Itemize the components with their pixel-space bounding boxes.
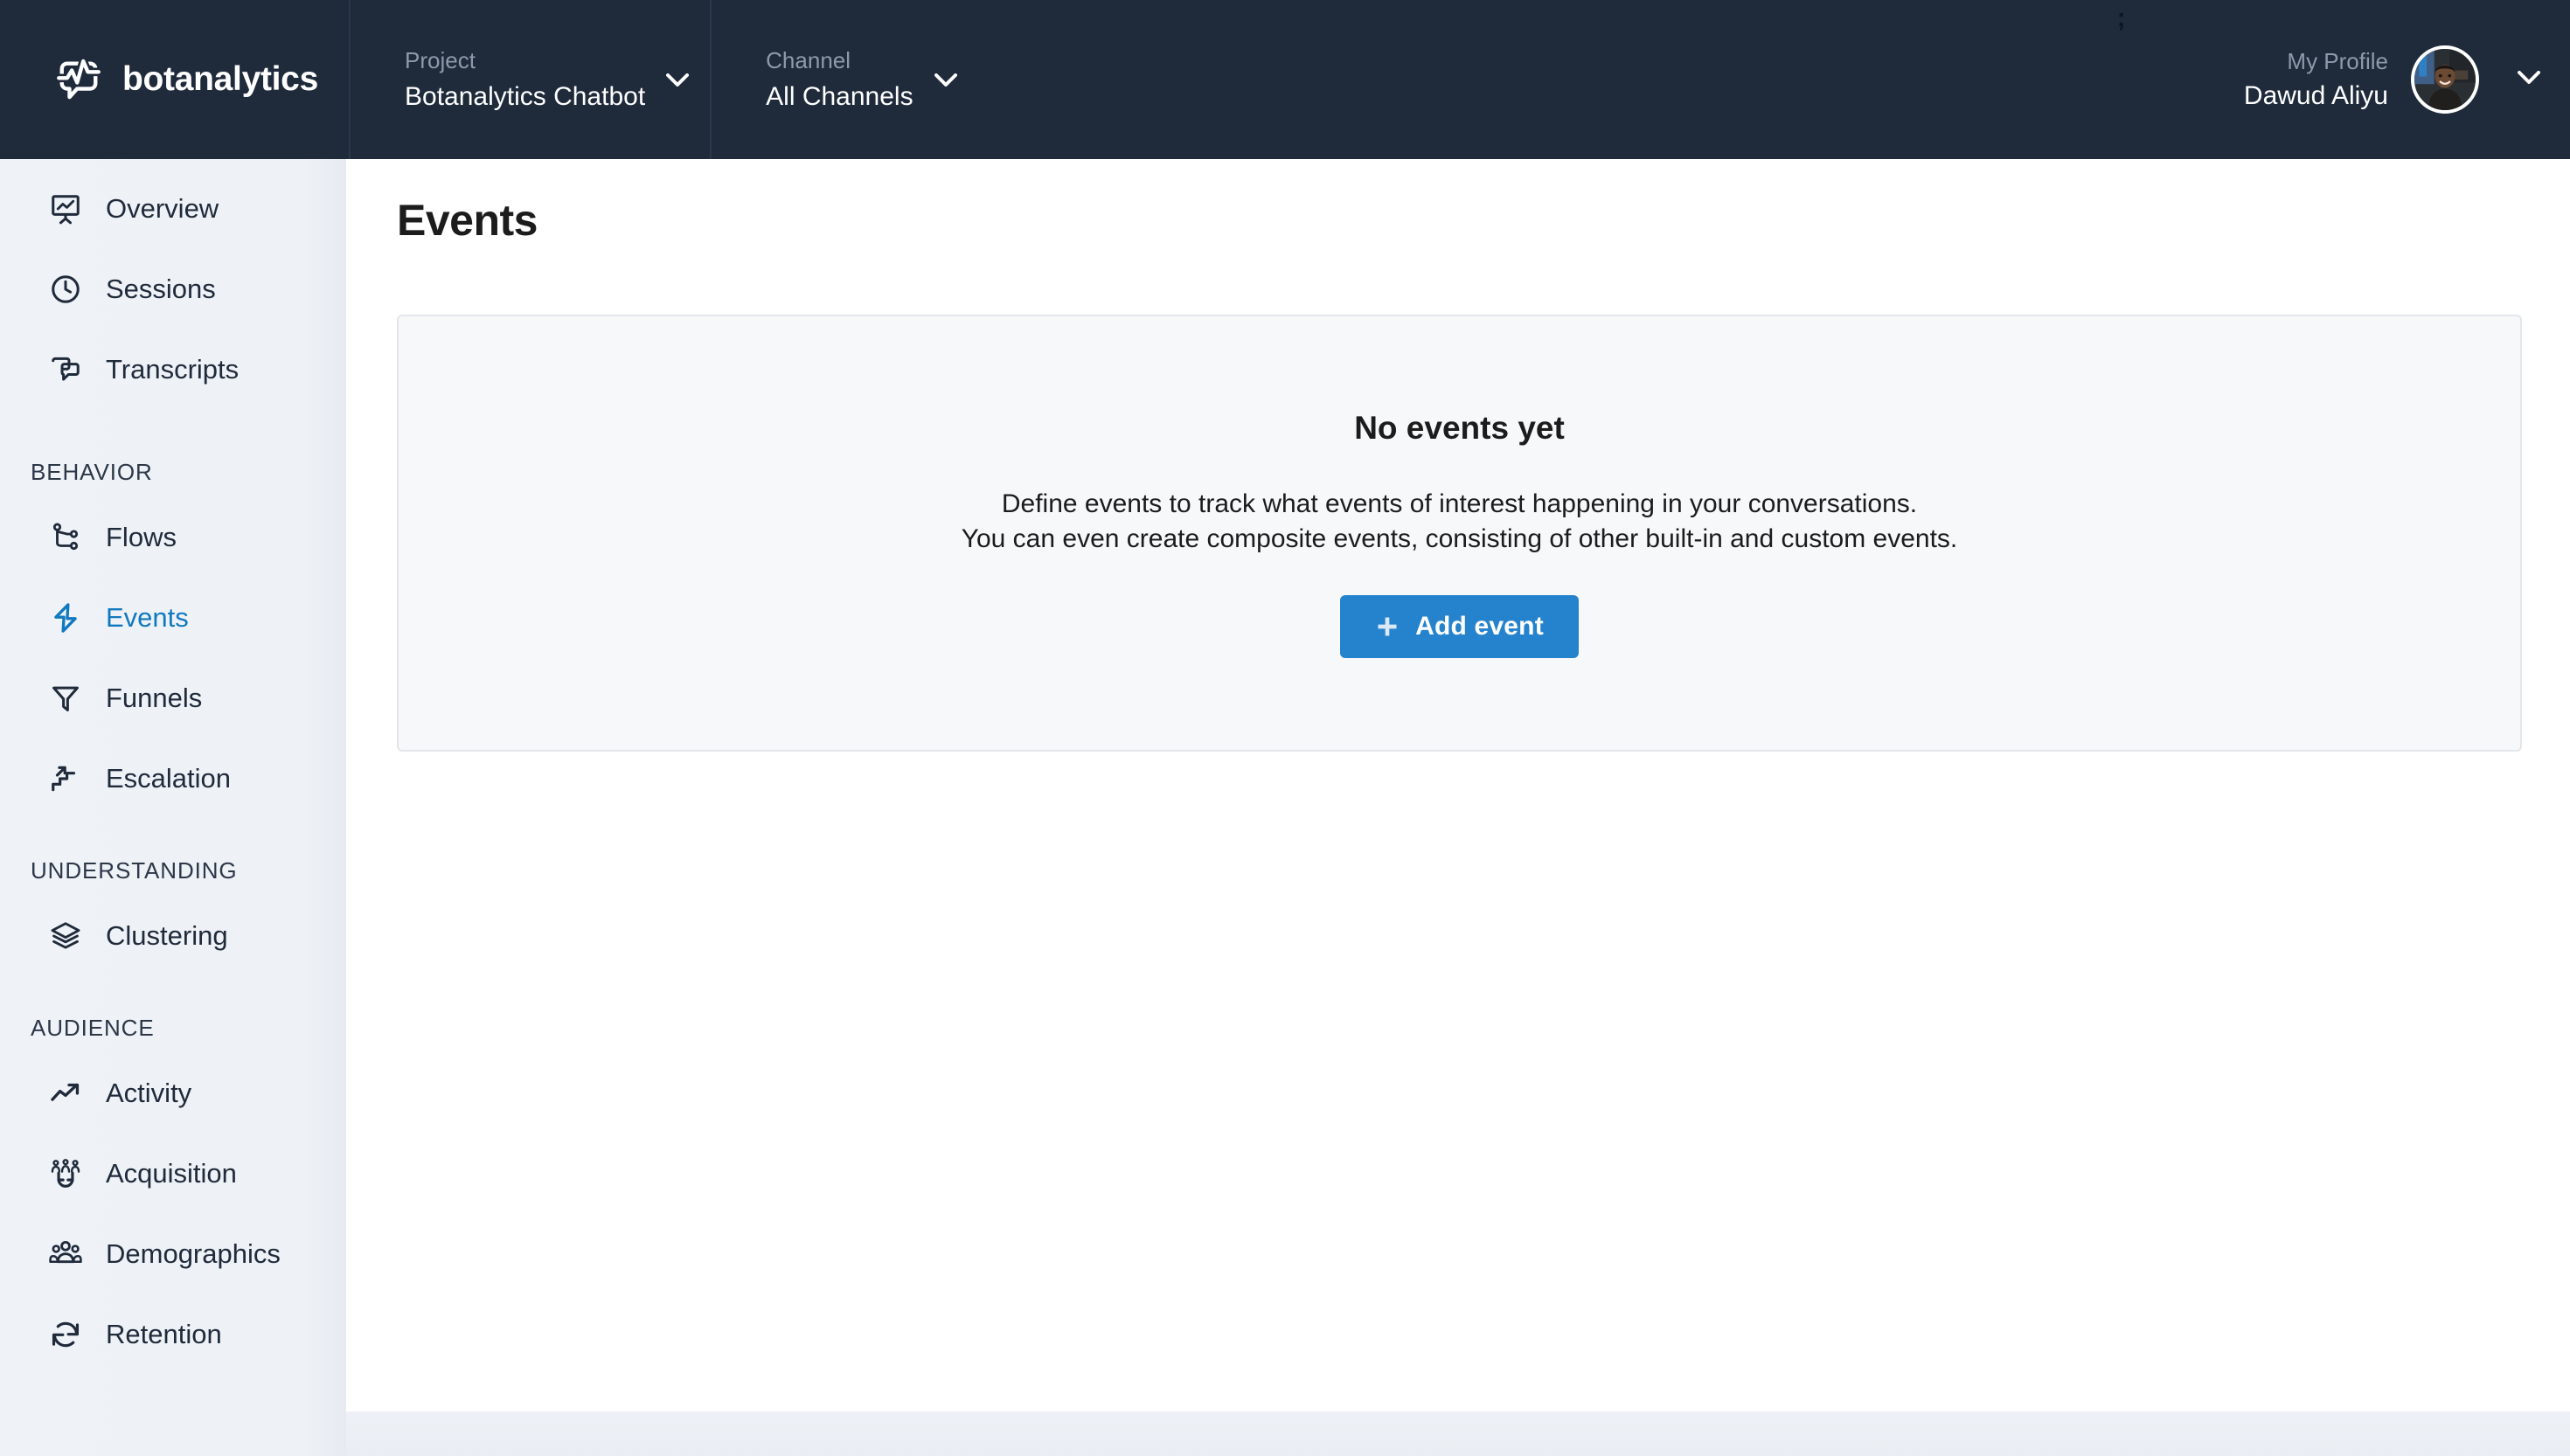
trending-up-icon (48, 1076, 83, 1111)
sidebar-section-audience: AUDIENCE (31, 1015, 155, 1041)
empty-state-description-line-2: You can even create composite events, co… (961, 524, 1958, 553)
sidebar-item-events[interactable]: Events (0, 587, 346, 648)
profile-name: Dawud Aliyu (2243, 81, 2388, 110)
chevron-down-icon (934, 73, 957, 92)
sidebar-item-label: Funnels (106, 683, 203, 713)
sidebar-item-label: Transcripts (106, 354, 240, 385)
page-title: Events (397, 196, 538, 245)
brand-name: botanalytics (122, 60, 318, 98)
add-event-button[interactable]: Add event (1340, 595, 1579, 658)
plus-icon (1375, 614, 1400, 639)
app-root: botanalytics Project Botanalytics Chatbo… (0, 0, 2570, 1456)
sidebar-item-label: Acquisition (106, 1158, 237, 1189)
sidebar-item-label: Retention (106, 1319, 222, 1349)
funnel-icon (48, 681, 83, 716)
sidebar-item-demographics[interactable]: Demographics (0, 1224, 346, 1285)
sidebar-item-transcripts[interactable]: Transcripts (0, 339, 346, 400)
sidebar-item-label: Escalation (106, 763, 232, 794)
main-content: Events No events yet Define events to tr… (346, 159, 2570, 1411)
empty-state-title: No events yet (1354, 410, 1565, 446)
sidebar-item-sessions[interactable]: Sessions (0, 259, 346, 320)
sidebar-section-behavior: BEHAVIOR (31, 459, 153, 485)
empty-state-description: Define events to track what events of in… (962, 487, 1958, 557)
avatar[interactable] (2411, 45, 2479, 114)
lightning-bolt-icon (48, 600, 83, 635)
chat-bubbles-icon (48, 352, 83, 387)
people-group-icon (48, 1237, 83, 1272)
magnet-people-icon (48, 1156, 83, 1191)
add-event-button-label: Add event (1415, 612, 1544, 641)
sidebar: Overview Sessions Transcripts BEHAVIOR F… (0, 159, 346, 1456)
drag-handle-dots[interactable]: ; (2117, 5, 2126, 31)
sidebar-item-activity[interactable]: Activity (0, 1063, 346, 1124)
sidebar-item-retention[interactable]: Retention (0, 1304, 346, 1365)
stairs-arrow-icon (48, 761, 83, 796)
channel-selector[interactable]: Channel All Channels (712, 0, 977, 159)
sidebar-item-escalation[interactable]: Escalation (0, 748, 346, 809)
channel-selector-label: Channel (766, 47, 851, 73)
clock-icon (48, 272, 83, 307)
profile-text-block: My Profile Dawud Aliyu (2244, 46, 2388, 113)
sidebar-item-flows[interactable]: Flows (0, 507, 346, 568)
project-selector-label: Project (405, 47, 476, 73)
sidebar-item-label: Clustering (106, 920, 228, 951)
channel-selector-value: All Channels (766, 82, 913, 111)
sidebar-item-label: Flows (106, 522, 177, 552)
chevron-down-icon (2518, 70, 2540, 89)
chevron-down-icon (666, 73, 690, 92)
sidebar-item-funnels[interactable]: Funnels (0, 668, 346, 729)
chat-bubble-chart-logo-icon (54, 55, 103, 104)
sidebar-item-label: Activity (106, 1078, 192, 1108)
brand-logo-area[interactable]: botanalytics (0, 0, 351, 159)
empty-state-card: No events yet Define events to track wha… (397, 315, 2522, 752)
project-selector[interactable]: Project Botanalytics Chatbot (351, 0, 712, 159)
top-header: botanalytics Project Botanalytics Chatbo… (0, 0, 2570, 159)
profile-label: My Profile (2287, 48, 2388, 74)
sidebar-item-label: Sessions (106, 274, 216, 304)
flow-branch-icon (48, 520, 83, 555)
header-spacer: ; (978, 0, 2244, 159)
profile-menu[interactable]: My Profile Dawud Aliyu (2244, 0, 2570, 159)
presentation-chart-icon (48, 191, 83, 226)
sidebar-item-clustering[interactable]: Clustering (0, 905, 346, 967)
empty-state-description-line-1: Define events to track what events of in… (1001, 489, 1918, 518)
layers-icon (48, 919, 83, 953)
sidebar-item-label: Overview (106, 193, 219, 224)
project-selector-value: Botanalytics Chatbot (405, 82, 646, 111)
refresh-cycle-icon (48, 1317, 83, 1352)
sidebar-item-label: Events (106, 602, 189, 633)
sidebar-item-acquisition[interactable]: Acquisition (0, 1143, 346, 1204)
sidebar-item-label: Demographics (106, 1238, 281, 1269)
sidebar-item-overview[interactable]: Overview (0, 178, 346, 239)
sidebar-section-understanding: UNDERSTANDING (31, 857, 238, 884)
